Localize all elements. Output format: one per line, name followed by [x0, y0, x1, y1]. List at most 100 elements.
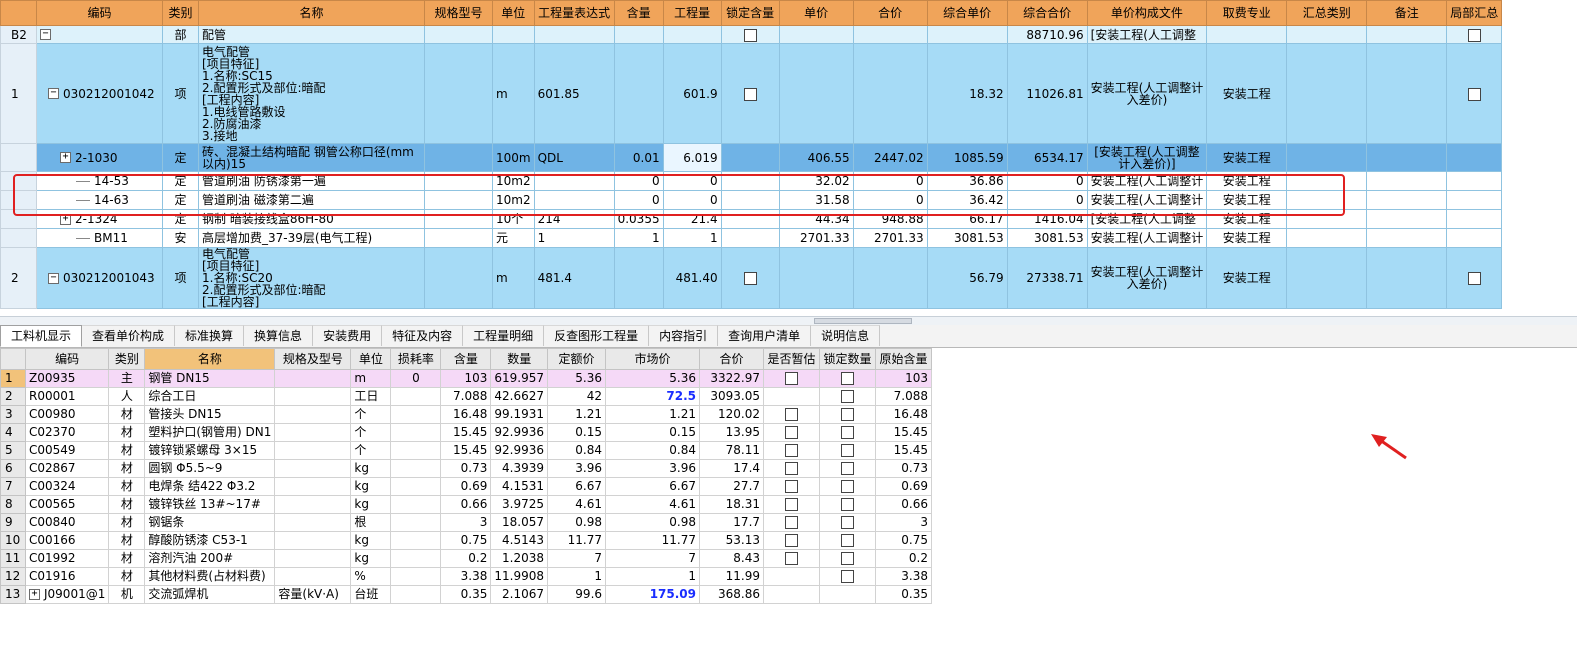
- table-row[interactable]: 5 C00549 材 镀锌锁紧螺母 3×15 个 15.45 92.9936 0…: [0, 441, 933, 460]
- adjusted-market-price[interactable]: 175.09: [605, 585, 701, 604]
- splitter-grip[interactable]: [814, 318, 912, 324]
- col-header[interactable]: 单位: [350, 348, 392, 370]
- table-row[interactable]: BM11 安 高层增加费_37-39层(电气工程) 元 1 1 1 2701.3…: [0, 228, 1503, 248]
- col-header[interactable]: 名称: [144, 348, 276, 370]
- col-header[interactable]: 取费专业: [1206, 0, 1288, 26]
- provisional-checkbox[interactable]: [785, 408, 799, 421]
- col-header[interactable]: 工程量: [662, 0, 722, 26]
- lock-content-checkbox[interactable]: [743, 28, 757, 42]
- tab-content-guide[interactable]: 内容指引: [649, 325, 719, 346]
- col-header[interactable]: 损耗率: [390, 348, 442, 370]
- col-header[interactable]: 单价: [778, 0, 854, 26]
- lock-content-checkbox[interactable]: [743, 272, 757, 285]
- expand-icon[interactable]: +: [60, 213, 71, 225]
- lock-quantity-checkbox[interactable]: [841, 516, 855, 529]
- lock-quantity-checkbox[interactable]: [841, 498, 855, 511]
- table-row[interactable]: 14-53 定 管道刷油 防锈漆第一遍 10m2 0 0 32.02 0 36.…: [0, 171, 1503, 191]
- tab-description-info[interactable]: 说明信息: [811, 325, 881, 346]
- lock-quantity-checkbox[interactable]: [841, 426, 855, 439]
- collapse-icon[interactable]: −: [48, 272, 59, 284]
- col-header[interactable]: 备注: [1366, 0, 1448, 26]
- provisional-checkbox[interactable]: [785, 426, 799, 439]
- provisional-checkbox[interactable]: [785, 552, 799, 565]
- table-row[interactable]: 6 C02867 材 圆钢 Φ5.5~9 kg 0.73 4.3939 3.96…: [0, 459, 933, 478]
- col-header[interactable]: 市场价: [605, 348, 701, 370]
- col-header[interactable]: 锁定数量: [819, 348, 877, 370]
- col-header[interactable]: 合价: [699, 348, 765, 370]
- lock-quantity-checkbox[interactable]: [841, 570, 855, 583]
- table-row[interactable]: 9 C00840 材 钢锯条 根 3 18.057 0.98 0.98 17.7…: [0, 513, 933, 532]
- col-header[interactable]: 类别: [108, 348, 146, 370]
- expand-icon[interactable]: +: [29, 589, 40, 600]
- tab-installation-fee[interactable]: 安装费用: [313, 325, 383, 346]
- col-header[interactable]: 原始含量: [875, 348, 933, 370]
- col-header[interactable]: 合价: [852, 0, 928, 26]
- col-header[interactable]: 是否暂估: [763, 348, 821, 370]
- col-header[interactable]: 含量: [613, 0, 664, 26]
- table-row[interactable]: 2 R00001 人 综合工日 工日 7.088 42.6627 42 72.5…: [0, 387, 933, 406]
- lock-quantity-checkbox[interactable]: [841, 390, 855, 403]
- table-row[interactable]: 4 C02370 材 塑料护口(钢管用) DN1 个 15.45 92.9936…: [0, 423, 933, 442]
- partial-summary-checkbox[interactable]: [1467, 28, 1481, 42]
- col-header[interactable]: 编码: [24, 348, 110, 370]
- table-row[interactable]: 11 C01992 材 溶剂汽油 200# kg 0.2 1.2038 7 7 …: [0, 549, 933, 568]
- table-row[interactable]: 7 C00324 材 电焊条 结422 Φ3.2 kg 0.69 4.1531 …: [0, 477, 933, 496]
- tab-unit-price-composition[interactable]: 查看单价构成: [82, 325, 176, 346]
- col-header[interactable]: 锁定含量: [720, 0, 780, 26]
- tab-labor-material-machine[interactable]: 工料机显示: [0, 325, 83, 347]
- lock-quantity-checkbox[interactable]: [841, 372, 855, 385]
- provisional-checkbox[interactable]: [785, 498, 799, 511]
- collapse-icon[interactable]: −: [40, 29, 51, 40]
- table-row[interactable]: 2 −030212001043 项 电气配管 [项目特征] 1.名称:SC20 …: [0, 247, 1503, 309]
- col-header[interactable]: 综合合价: [1006, 0, 1088, 26]
- lock-quantity-checkbox[interactable]: [841, 480, 855, 493]
- collapse-icon[interactable]: −: [48, 88, 59, 99]
- lock-content-checkbox[interactable]: [743, 87, 757, 101]
- col-header[interactable]: 规格型号: [424, 0, 493, 26]
- adjusted-market-price[interactable]: 72.5: [605, 387, 701, 406]
- col-header[interactable]: 规格及型号: [274, 348, 352, 370]
- col-header[interactable]: 工程量表达式: [533, 0, 615, 26]
- tab-conversion-info[interactable]: 换算信息: [244, 325, 314, 346]
- lock-quantity-checkbox[interactable]: [841, 444, 855, 457]
- table-row[interactable]: B2 − 部 配管 88710.96 [安装工程(人工调整: [0, 25, 1503, 44]
- tab-reverse-graphic-quantity[interactable]: 反查图形工程量: [544, 325, 650, 346]
- provisional-checkbox[interactable]: [785, 480, 799, 493]
- col-header[interactable]: 局部汇总: [1446, 0, 1503, 26]
- lock-quantity-checkbox[interactable]: [841, 552, 855, 565]
- tab-query-user-list[interactable]: 查询用户清单: [718, 325, 812, 346]
- provisional-checkbox[interactable]: [785, 372, 799, 385]
- tab-standard-conversion[interactable]: 标准换算: [175, 325, 245, 346]
- table-row[interactable]: 12 C01916 材 其他材料费(占材料费) % 3.38 11.9908 1…: [0, 567, 933, 586]
- provisional-checkbox[interactable]: [785, 534, 799, 547]
- table-row[interactable]: 8 C00565 材 镀锌铁丝 13#~17# kg 0.66 3.9725 4…: [0, 495, 933, 514]
- tab-features-content[interactable]: 特征及内容: [382, 325, 464, 346]
- table-row[interactable]: 3 C00980 材 管接头 DN15 个 16.48 99.1931 1.21…: [0, 405, 933, 424]
- col-header[interactable]: 类别: [162, 0, 199, 26]
- col-header[interactable]: 定额价: [547, 348, 607, 370]
- partial-summary-checkbox[interactable]: [1467, 87, 1481, 101]
- lock-quantity-checkbox[interactable]: [841, 408, 855, 421]
- table-row[interactable]: 14-63 定 管道刷油 磁漆第二遍 10m2 0 0 31.58 0 36.4…: [0, 190, 1503, 210]
- col-header[interactable]: 汇总类别: [1286, 0, 1368, 26]
- col-header[interactable]: 单位: [492, 0, 535, 26]
- col-header[interactable]: 综合单价: [926, 0, 1008, 26]
- partial-summary-checkbox[interactable]: [1467, 272, 1481, 285]
- col-header[interactable]: 数量: [490, 348, 549, 370]
- col-header[interactable]: 名称: [198, 0, 425, 26]
- table-row[interactable]: +2-1030 定 砖、混凝土结构暗配 钢管公称口径(mm以内)15 100m …: [0, 143, 1503, 172]
- table-row[interactable]: +2-1324 定 钢制 暗装接线盒86H-80 10个 214 0.0355 …: [0, 209, 1503, 229]
- col-header[interactable]: 含量: [440, 348, 492, 370]
- provisional-checkbox[interactable]: [785, 444, 799, 457]
- table-row[interactable]: 10 C00166 材 醇酸防锈漆 C53-1 kg 0.75 4.5143 1…: [0, 531, 933, 550]
- tab-quantity-details[interactable]: 工程量明细: [463, 325, 545, 346]
- provisional-checkbox[interactable]: [785, 462, 799, 475]
- quantity-cell-active[interactable]: 6.019: [662, 143, 722, 172]
- lock-quantity-checkbox[interactable]: [841, 534, 855, 547]
- table-row[interactable]: 1 −030212001042 项 电气配管 [项目特征] 1.名称:SC15 …: [0, 43, 1503, 144]
- table-row[interactable]: 13 + J09001@1 机 交流弧焊机 容量(kV·A) 台班 0.35 2.…: [0, 585, 933, 604]
- col-header[interactable]: 单价构成文件: [1086, 0, 1208, 26]
- provisional-checkbox[interactable]: [785, 516, 799, 529]
- expand-icon[interactable]: +: [60, 152, 71, 163]
- lock-quantity-checkbox[interactable]: [841, 462, 855, 475]
